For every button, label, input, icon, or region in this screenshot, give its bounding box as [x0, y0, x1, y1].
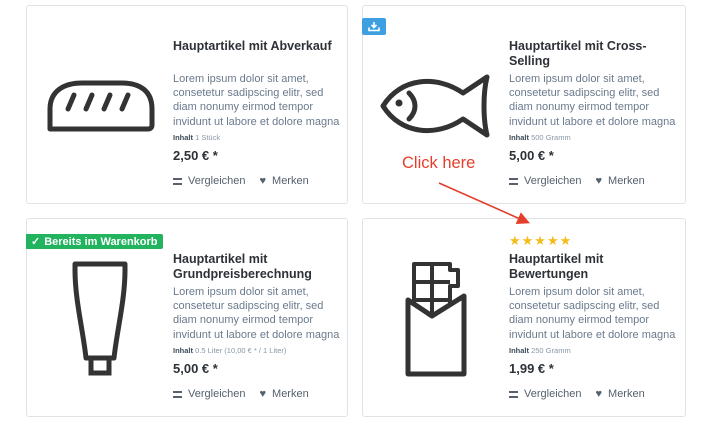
in-basket-label: Bereits im Warenkorb — [44, 235, 158, 248]
product-title[interactable]: Hauptartikel mit Bewertungen — [509, 252, 684, 282]
product-unit: Inhalt 1 Stück — [173, 133, 221, 142]
product-image-1[interactable] — [27, 6, 172, 205]
compare-button[interactable]: Vergleichen — [173, 388, 246, 400]
checkmark-icon: ✓ — [31, 236, 41, 248]
download-badge — [362, 18, 386, 35]
compare-label: Vergleichen — [524, 175, 582, 187]
tube-icon — [72, 261, 127, 375]
product-actions: Vergleichen ♥ Merken — [173, 175, 309, 187]
heart-icon: ♥ — [595, 387, 603, 400]
wishlist-button[interactable]: ♥ Merken — [260, 388, 309, 400]
product-price: 5,00 € * — [509, 148, 554, 163]
wishlist-button[interactable]: ♥ Merken — [260, 175, 309, 187]
compare-icon — [173, 390, 182, 398]
product-actions: Vergleichen ♥ Merken — [509, 388, 645, 400]
product-unit: Inhalt 500 Gramm — [509, 133, 571, 142]
compare-label: Vergleichen — [188, 175, 246, 187]
wishlist-label: Merken — [272, 388, 309, 400]
in-basket-badge: ✓ Bereits im Warenkorb — [26, 234, 163, 249]
wishlist-button[interactable]: ♥ Merken — [596, 388, 645, 400]
click-here-annotation: Click here — [402, 154, 476, 172]
heart-icon: ♥ — [259, 174, 267, 187]
heart-icon: ♥ — [259, 387, 267, 400]
compare-icon — [173, 177, 182, 185]
compare-label: Vergleichen — [188, 388, 246, 400]
product-description: Lorem ipsum dolor sit amet, consetetur s… — [173, 73, 340, 128]
download-icon — [368, 22, 380, 32]
product-title[interactable]: Hauptartikel mit Abverkauf — [173, 39, 348, 54]
rating-stars: ★★★★★ — [509, 233, 573, 248]
compare-icon — [509, 177, 518, 185]
product-actions: Vergleichen ♥ Merken — [173, 388, 309, 400]
product-unit: Inhalt 250 Gramm — [509, 346, 571, 355]
compare-icon — [509, 390, 518, 398]
product-price: 2,50 € * — [173, 148, 218, 163]
product-image-2[interactable] — [363, 6, 508, 205]
product-unit: Inhalt 0.5 Liter (10,00 € * / 1 Liter) — [173, 346, 287, 355]
chocolate-icon — [405, 261, 466, 376]
wishlist-label: Merken — [272, 175, 309, 187]
product-card-1[interactable]: Hauptartikel mit Abverkauf Lorem ipsum d… — [26, 5, 348, 204]
wishlist-label: Merken — [608, 175, 645, 187]
compare-button[interactable]: Vergleichen — [509, 175, 582, 187]
product-title[interactable]: Hauptartikel mit Grundpreisberechnung — [173, 252, 348, 282]
product-image-4[interactable] — [363, 219, 508, 418]
fish-icon — [380, 74, 489, 137]
compare-button[interactable]: Vergleichen — [509, 388, 582, 400]
product-price: 1,99 € * — [509, 361, 554, 376]
wishlist-button[interactable]: ♥ Merken — [596, 175, 645, 187]
compare-label: Vergleichen — [524, 388, 582, 400]
product-title[interactable]: Hauptartikel mit Cross-Selling — [509, 39, 684, 69]
product-actions: Vergleichen ♥ Merken — [509, 175, 645, 187]
product-description: Lorem ipsum dolor sit amet, consetetur s… — [509, 73, 676, 128]
bread-icon — [47, 80, 154, 131]
product-price: 5,00 € * — [173, 361, 218, 376]
wishlist-label: Merken — [608, 388, 645, 400]
product-card-2[interactable]: Hauptartikel mit Cross-Selling Lorem ips… — [362, 5, 686, 204]
product-description: Lorem ipsum dolor sit amet, consetetur s… — [509, 286, 676, 341]
compare-button[interactable]: Vergleichen — [173, 175, 246, 187]
heart-icon: ♥ — [595, 174, 603, 187]
product-description: Lorem ipsum dolor sit amet, consetetur s… — [173, 286, 340, 341]
